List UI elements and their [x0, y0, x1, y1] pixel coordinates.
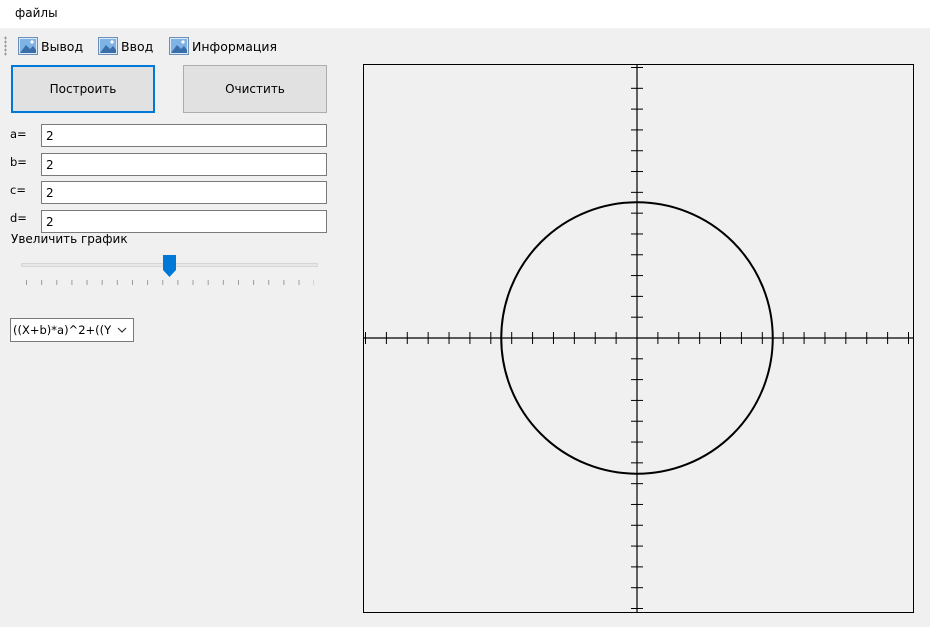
zoom-slider-thumb[interactable]: [162, 254, 177, 278]
formula-select[interactable]: ((X+b)*a)^2+((Y: [10, 318, 134, 342]
param-c-input[interactable]: [41, 181, 327, 204]
menu-bar: файлы: [0, 0, 930, 29]
image-icon: [18, 37, 38, 55]
image-icon: [169, 37, 189, 55]
output-button-label: Вывод: [41, 38, 84, 54]
toolbar-grip[interactable]: [4, 36, 7, 56]
zoom-slider-ticks: [26, 280, 314, 285]
param-a-label: a=: [10, 127, 27, 141]
param-b-label: b=: [10, 155, 27, 169]
menu-files[interactable]: файлы: [10, 6, 63, 20]
chevron-down-icon: [117, 327, 127, 333]
param-c-label: c=: [10, 183, 26, 197]
formula-select-value: ((X+b)*a)^2+((Y: [13, 323, 111, 337]
param-d-input[interactable]: [41, 210, 327, 233]
output-button[interactable]: Вывод: [16, 35, 85, 57]
info-button-label: Информация: [192, 38, 278, 54]
input-button-label: Ввод: [121, 38, 154, 54]
graph-canvas: [363, 64, 914, 613]
param-d-label: d=: [10, 211, 27, 225]
zoom-label: Увеличить график: [11, 232, 128, 246]
param-b-input[interactable]: [41, 153, 327, 176]
clear-button[interactable]: Очистить: [183, 65, 327, 113]
toolbar: Вывод Ввод Информация: [0, 31, 930, 61]
graph-svg: [364, 65, 913, 612]
param-a-input[interactable]: [41, 124, 327, 147]
info-button[interactable]: Информация: [167, 35, 279, 57]
build-button[interactable]: Построить: [11, 65, 155, 113]
input-button[interactable]: Ввод: [96, 35, 155, 57]
image-icon: [98, 37, 118, 55]
